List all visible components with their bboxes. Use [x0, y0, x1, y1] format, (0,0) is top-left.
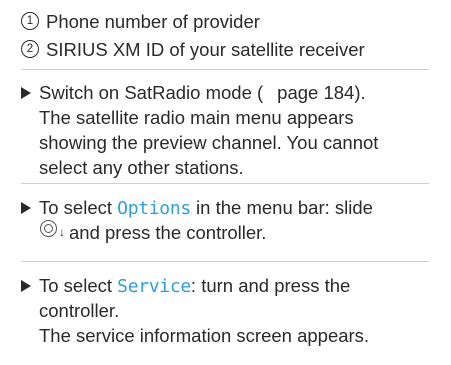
service-term: Service — [117, 276, 191, 297]
step-text: Switch on SatRadio mode (page 184). — [39, 82, 366, 103]
step-switch-on-satradio: Switch on SatRadio mode (page 184). The … — [21, 80, 441, 180]
circled-number-1: 1 — [21, 12, 39, 30]
right-triangle-icon — [21, 202, 31, 214]
step-select-service: To select Service: turn and press the co… — [21, 273, 441, 348]
step-text: To select Service: turn and press the — [39, 275, 351, 297]
step-text-line: The service information screen appears. — [39, 325, 370, 346]
legend-item: 2 SIRIUS XM ID of your satellite receive… — [21, 35, 365, 63]
controller-icon — [40, 220, 57, 237]
slide-down-arrow-icon: ↓ — [59, 225, 65, 239]
options-term: Options — [117, 198, 191, 219]
right-triangle-icon — [21, 87, 31, 99]
manual-page: 1 Phone number of provider 2 SIRIUS XM I… — [0, 0, 451, 365]
step-text: To select Options in the menu bar: slide — [39, 197, 373, 219]
right-triangle-icon — [21, 280, 31, 292]
step-text-line: controller. — [39, 300, 120, 321]
step-text-line: select any other stations. — [39, 157, 244, 178]
legend-text: Phone number of provider — [46, 10, 260, 32]
divider — [21, 69, 429, 70]
legend-item: 1 Phone number of provider — [21, 7, 365, 35]
page-reference-triangle-icon — [264, 87, 275, 100]
step-text-line: showing the preview channel. You cannot — [39, 132, 379, 153]
divider — [21, 261, 429, 262]
circled-number-2: 2 — [21, 40, 39, 58]
step-text-line: ↓ and press the controller. — [21, 220, 441, 245]
step-select-options: To select Options in the menu bar: slide… — [21, 195, 441, 245]
step-text-line: The satellite radio main menu appears — [39, 107, 354, 128]
legend-text: SIRIUS XM ID of your satellite receiver — [46, 38, 365, 60]
divider — [21, 183, 429, 184]
legend-list: 1 Phone number of provider 2 SIRIUS XM I… — [21, 7, 365, 63]
